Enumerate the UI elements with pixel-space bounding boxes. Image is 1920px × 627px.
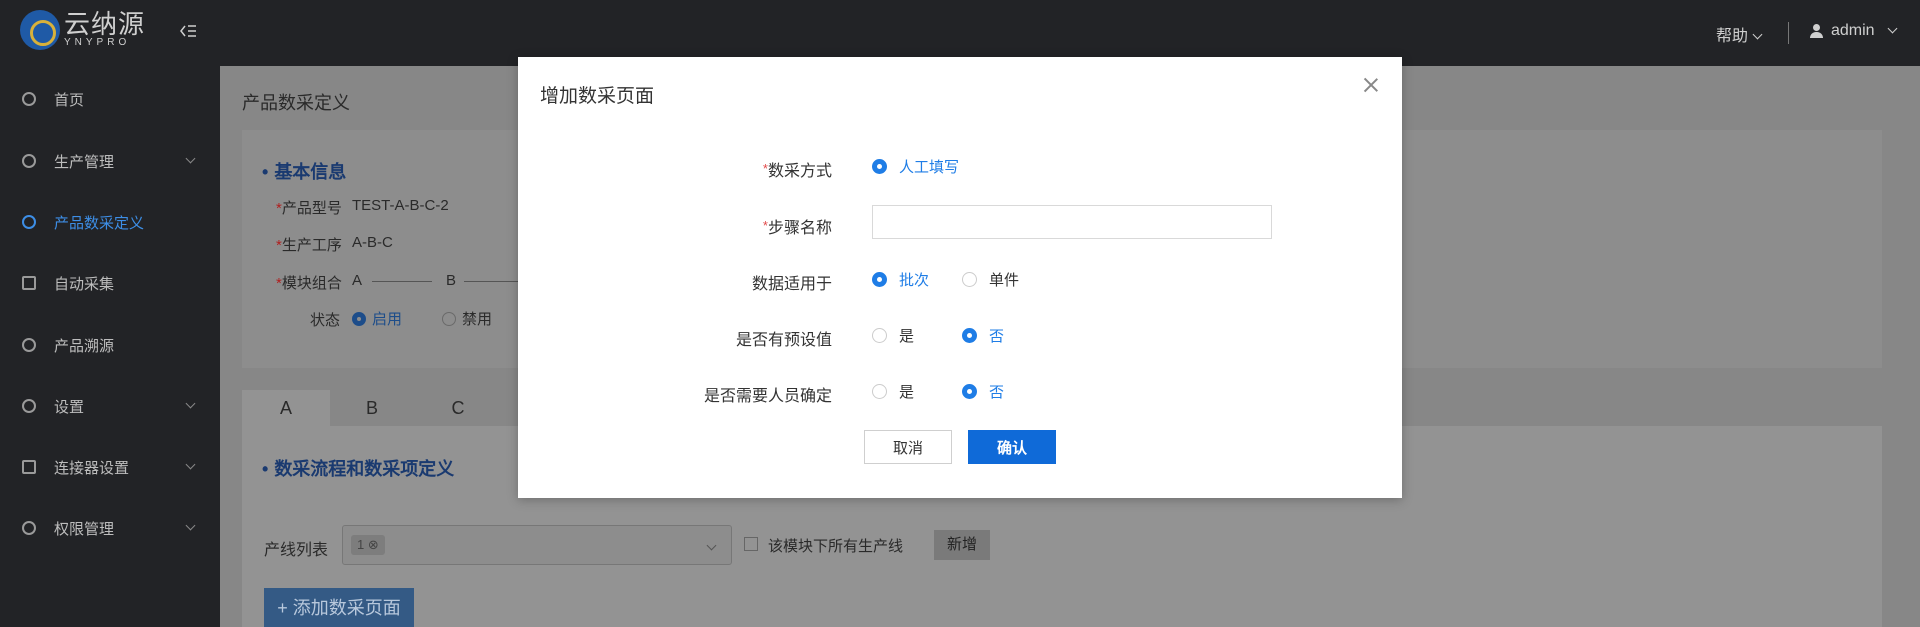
auto-collect-icon bbox=[22, 276, 36, 290]
module-arrow-line bbox=[464, 281, 518, 282]
basic-info-title: 基本信息 bbox=[262, 158, 346, 184]
status-label: 状态 bbox=[310, 312, 341, 329]
chevron-down-icon bbox=[1752, 29, 1763, 40]
apply-to-label: 数据适用于 bbox=[751, 276, 832, 293]
preset-label: 是否有预设值 bbox=[735, 332, 832, 349]
step-name-label: *步骤名称 bbox=[762, 218, 832, 237]
dialog-title: 增加数采页面 bbox=[540, 86, 655, 107]
status-enabled-radio[interactable]: 启用 bbox=[352, 308, 402, 329]
user-icon bbox=[1810, 24, 1823, 38]
confirm-yes-radio[interactable]: 是 bbox=[872, 381, 914, 402]
close-icon[interactable]: ⊗ bbox=[368, 537, 379, 552]
chevron-down-icon bbox=[185, 153, 196, 164]
sidebar-item-home[interactable]: 首页 bbox=[0, 74, 220, 124]
all-lines-label: 该模块下所有生产线 bbox=[768, 538, 904, 555]
selected-line-tag[interactable]: 1 ⊗ bbox=[351, 535, 385, 555]
settings-icon bbox=[22, 399, 36, 413]
chevron-down-icon bbox=[185, 459, 196, 470]
cancel-button[interactable]: 取消 bbox=[864, 430, 952, 464]
logo-text: 云纳源 bbox=[64, 9, 146, 39]
sidebar-item-permission[interactable]: 权限管理 bbox=[0, 503, 220, 553]
tab-c[interactable]: C bbox=[414, 390, 502, 426]
product-model-label: *产品型号 bbox=[276, 200, 342, 217]
line-list-label: 产线列表 bbox=[264, 542, 329, 559]
add-page-dialog: 增加数采页面 *数采方式 人工填写 *步骤名称 数据适用于 批次 单件 是否有预… bbox=[518, 57, 1402, 498]
module-b: B bbox=[446, 272, 457, 289]
preset-no-radio[interactable]: 否 bbox=[962, 325, 1004, 346]
confirm-person-label: 是否需要人员确定 bbox=[703, 388, 832, 405]
sidebar-item-production[interactable]: 生产管理 bbox=[0, 136, 220, 186]
close-icon[interactable] bbox=[1362, 76, 1380, 94]
trace-icon bbox=[22, 338, 36, 352]
connector-icon bbox=[22, 460, 36, 474]
apply-single-radio[interactable]: 单件 bbox=[962, 269, 1019, 290]
module-combo-label: *模块组合 bbox=[276, 275, 342, 292]
confirm-no-radio[interactable]: 否 bbox=[962, 381, 1004, 402]
method-manual-radio[interactable]: 人工填写 bbox=[872, 156, 959, 177]
production-icon bbox=[22, 154, 36, 168]
tab-a[interactable]: A bbox=[242, 390, 330, 426]
apply-batch-radio[interactable]: 批次 bbox=[872, 269, 929, 290]
dashboard-icon bbox=[22, 92, 36, 106]
sidebar-item-connector[interactable]: 连接器设置 bbox=[0, 442, 220, 492]
tab-b[interactable]: B bbox=[330, 390, 414, 426]
permission-icon bbox=[22, 521, 36, 535]
chevron-down-icon bbox=[1887, 23, 1898, 33]
add-page-button[interactable]: + 添加数采页面 bbox=[264, 588, 414, 627]
preset-yes-radio[interactable]: 是 bbox=[872, 325, 914, 346]
chevron-down-icon bbox=[185, 520, 196, 531]
page-title: 产品数采定义 bbox=[242, 93, 350, 113]
process-value: A-B-C bbox=[352, 234, 393, 251]
logo-mark-icon bbox=[20, 10, 60, 50]
flow-section-title: 数采流程和数采项定义 bbox=[262, 455, 454, 481]
app-logo[interactable]: 云纳源 YNYPRO bbox=[20, 10, 145, 50]
line-list-select[interactable]: 1 ⊗ bbox=[342, 525, 732, 565]
add-line-button[interactable]: 新增 bbox=[934, 530, 990, 560]
sidebar-item-settings[interactable]: 设置 bbox=[0, 381, 220, 431]
all-lines-checkbox[interactable] bbox=[744, 537, 758, 551]
sidebar-item-trace[interactable]: 产品溯源 bbox=[0, 320, 220, 370]
status-disabled-radio[interactable]: 禁用 bbox=[442, 308, 492, 329]
collapse-sidebar-icon[interactable] bbox=[178, 21, 198, 41]
product-model-value: TEST-A-B-C-2 bbox=[352, 197, 449, 214]
chevron-down-icon bbox=[706, 540, 717, 551]
user-menu[interactable]: admin bbox=[1810, 22, 1898, 40]
user-name: admin bbox=[1831, 22, 1875, 39]
data-definition-icon bbox=[22, 215, 36, 229]
method-label: *数采方式 bbox=[762, 161, 832, 180]
sidebar-item-data-definition[interactable]: 产品数采定义 bbox=[0, 197, 220, 247]
step-name-input[interactable] bbox=[872, 205, 1272, 239]
sidebar-item-auto-collect[interactable]: 自动采集 bbox=[0, 258, 220, 308]
chevron-down-icon bbox=[185, 398, 196, 409]
confirm-button[interactable]: 确认 bbox=[968, 430, 1056, 464]
module-a: A bbox=[352, 272, 363, 289]
help-menu[interactable]: 帮助 bbox=[1716, 22, 1763, 46]
header-divider bbox=[1788, 22, 1789, 44]
module-arrow-line bbox=[372, 281, 432, 282]
sidebar: 首页 生产管理 产品数采定义 自动采集 产品溯源 设置 连接器设置 权限管理 bbox=[0, 66, 220, 627]
process-label: *生产工序 bbox=[276, 237, 342, 254]
